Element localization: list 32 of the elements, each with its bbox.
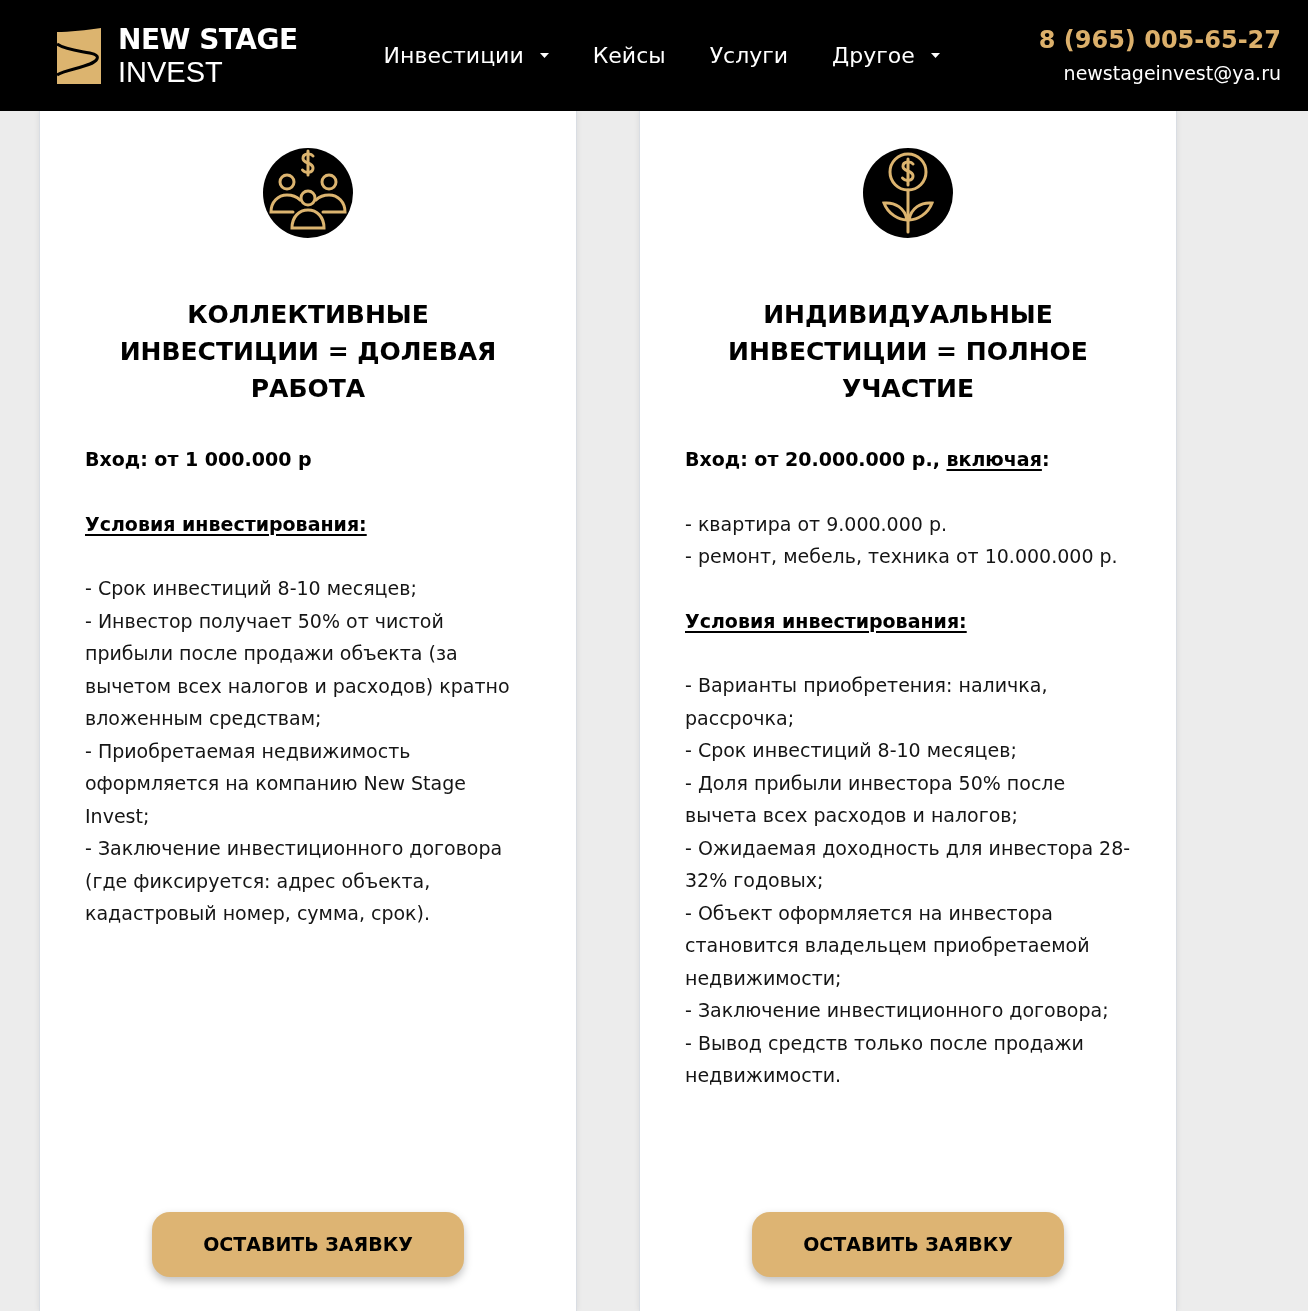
conditions-heading: Условия инвестирования:: [685, 608, 968, 634]
list-item-text: - Заключение инвестиционного договора (где фиксируется: адрес объекта, кадастровый номер, сумма, срок).: [85, 836, 504, 926]
people-dollar-icon: [263, 148, 353, 238]
conditions-heading: Условия инвестирования:: [85, 511, 368, 537]
list-item-text: - Ожидаемая доходность для инвестора 28-32% годовых;: [685, 835, 1131, 893]
list-item-text: - Доля прибыли инвестора 50% после вычета всех расходов и налогов;: [685, 770, 1067, 828]
brand-subtitle: INVEST: [118, 55, 224, 89]
request-button[interactable]: ОСТАВИТЬ ЗАЯВКУ: [152, 1212, 464, 1277]
nav-link[interactable]: Услуги: [709, 39, 789, 72]
list-item-text: - ремонт, мебель, техника от 10.000.000 р.: [685, 544, 1119, 569]
card-title: КОЛЛЕКТИВНЫЕ ИНВЕСТИЦИИ = ДОЛЕВАЯ РАБОТА: [118, 299, 498, 405]
nav-link[interactable]: Кейсы: [592, 39, 666, 72]
email-link[interactable]: newstageinvest@ya.ru: [1063, 57, 1281, 88]
list-item-text: - Варианты приобретения: наличка, рассрочка;: [685, 673, 1049, 731]
card-title: ИНДИВИДУАЛЬНЫЕ ИНВЕСТИЦИИ = ПОЛНОЕ УЧАСТИЕ: [727, 299, 1089, 405]
list-item-text: - Срок инвестиций 8-10 месяцев;: [685, 738, 1018, 763]
dollar-plant-icon: [863, 148, 953, 238]
brand-name: NEW STAGE: [118, 22, 298, 56]
list-item-text: - квартира от 9.000.000 р.: [685, 511, 948, 537]
list-item-text: - Объект оформляется на инвестора становится владельцем приобретаемой недвижимости;: [685, 900, 1091, 991]
entry-price-text: Вход: от 20.000.000 р., включая:: [685, 447, 1051, 472]
list-item-text: - Срок инвестиций 8-10 месяцев;: [85, 576, 418, 601]
nav-link[interactable]: Другое: [832, 39, 940, 72]
logo-icon: [57, 27, 101, 84]
entry-price-text: Вход: от 1 000.000 р: [85, 447, 313, 472]
list-item-text: - Заключение инвестиционного договора;: [685, 998, 1110, 1023]
list-item-text: - Инвестор получает 50% от чистой прибыли после продажи объекта (за вычетом всех налогов и расходов) кратно вложенным средствам;: [85, 608, 511, 731]
phone-link[interactable]: 8 (965) 005-65-27: [1038, 23, 1281, 56]
list-item-text: - Приобретаемая недвижимость оформляется на компанию New Stage Invest;: [85, 738, 467, 829]
nav-link[interactable]: Инвестиции: [383, 39, 549, 72]
request-button[interactable]: ОСТАВИТЬ ЗАЯВКУ: [752, 1212, 1064, 1277]
list-item-text: - Вывод средств только после продажи недвижимости.: [685, 1030, 1085, 1088]
